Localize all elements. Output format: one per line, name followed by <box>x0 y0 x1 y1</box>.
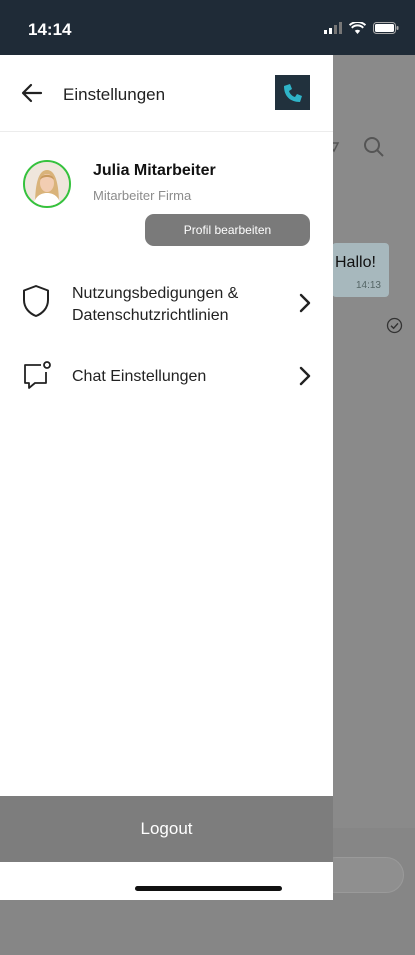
logout-button[interactable]: Logout <box>0 796 333 862</box>
menu-item-label-line2: Datenschutzrichtlinien <box>72 307 229 324</box>
status-icons <box>324 22 399 34</box>
drawer-header: Einstellungen <box>0 55 333 132</box>
home-indicator[interactable] <box>135 886 282 891</box>
chat-message-bubble: Hallo! 14:13 <box>332 243 389 297</box>
chat-message-text: Hallo! <box>335 254 376 271</box>
drawer-footer <box>0 862 333 900</box>
battery-icon <box>373 22 399 34</box>
status-time: 14:14 <box>28 20 72 39</box>
drawer-title: Einstellungen <box>63 85 166 104</box>
menu-item-chat-settings[interactable]: Chat Einstellungen <box>0 355 333 397</box>
menu-item-label: Nutzungsbedigungen & <box>72 285 239 302</box>
app-logo <box>275 75 310 110</box>
chevron-right-icon <box>299 366 311 386</box>
chevron-right-icon <box>299 293 311 313</box>
header-actions-icons <box>326 137 384 157</box>
logo-mark-icon <box>283 83 302 102</box>
wifi-icon <box>349 22 366 34</box>
avatar[interactable] <box>23 160 71 208</box>
chat-settings-icon <box>24 361 51 389</box>
status-bar: 14:14 <box>0 0 415 55</box>
profile-company: Mitarbeiter Firma <box>93 188 192 203</box>
avatar-photo <box>25 162 69 206</box>
read-check-icon <box>386 317 403 334</box>
back-arrow-icon[interactable] <box>20 81 44 105</box>
profile-name: Julia Mitarbeiter <box>93 162 216 179</box>
menu-item-terms[interactable]: Nutzungsbedigungen & Datenschutzrichtlin… <box>0 277 333 337</box>
menu-item-label: Chat Einstellungen <box>72 368 207 385</box>
settings-drawer: Einstellungen Julia Mitarbeiter Mitarbei… <box>0 55 333 900</box>
signal-icon <box>324 22 342 34</box>
edit-profile-button[interactable]: Profil bearbeiten <box>145 214 310 246</box>
shield-icon <box>23 285 49 317</box>
chat-message-time: 14:13 <box>355 280 381 291</box>
